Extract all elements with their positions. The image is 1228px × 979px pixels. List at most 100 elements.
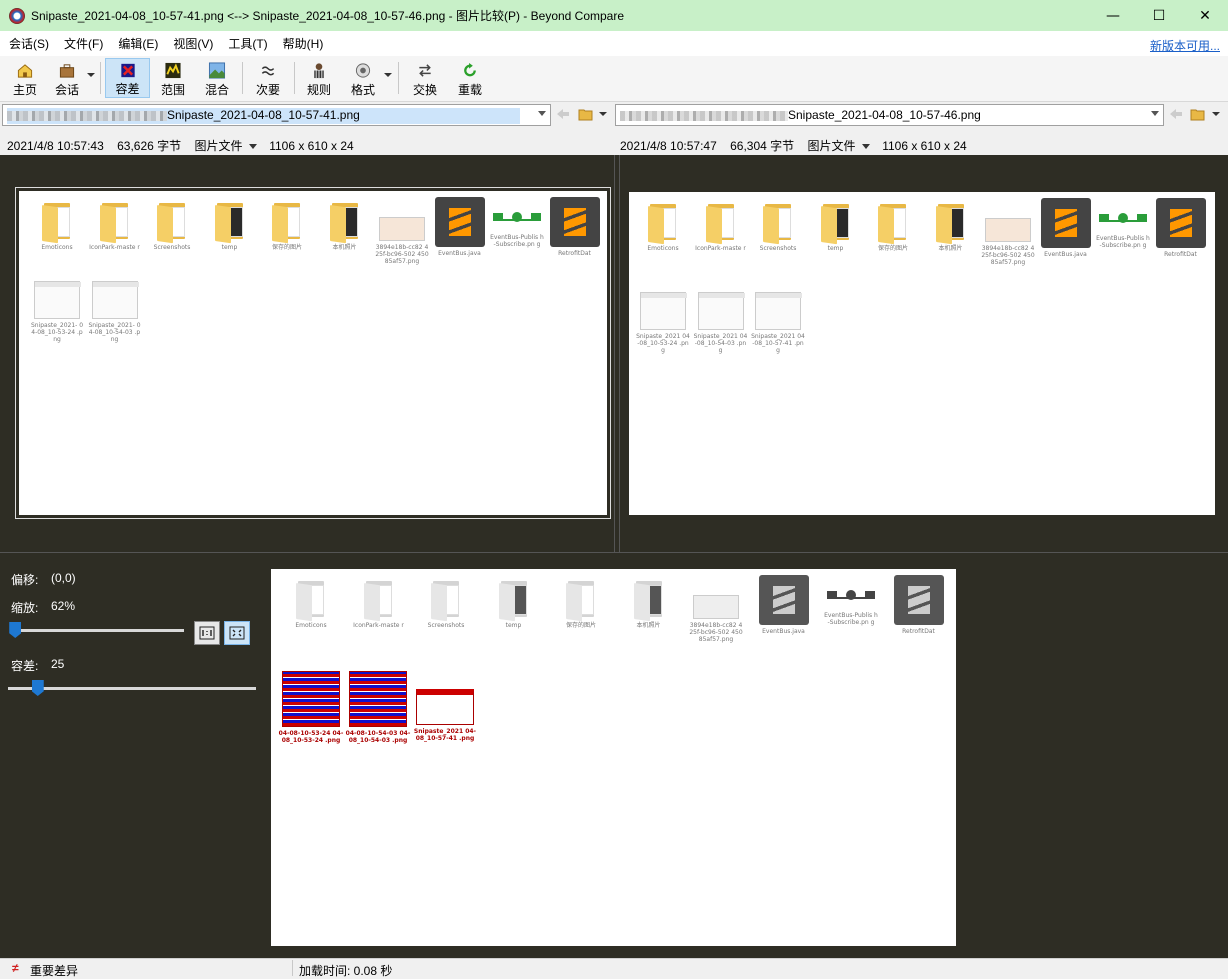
diff-highlight-icon: [416, 689, 474, 725]
right-image-pane[interactable]: Emoticons IconPark-maste r Screenshots temp…: [629, 192, 1215, 515]
reload-button[interactable]: 重载: [451, 58, 489, 98]
menu-help[interactable]: 帮助(H): [274, 35, 330, 52]
menu-file[interactable]: 文件(F): [55, 35, 109, 52]
folder-icon: [99, 201, 130, 244]
actual-size-button[interactable]: [194, 621, 220, 645]
folder-icon: [820, 202, 851, 245]
beyond-compare-app-icon: [9, 7, 25, 24]
file-thumbnail: EventBus.java: [758, 575, 809, 635]
left-file-dims: 1106 x 610 x 24: [269, 139, 354, 153]
tolerance-slider[interactable]: [8, 687, 256, 690]
difference-image-pane[interactable]: Emoticons IconPark-maste r Screenshots temp…: [271, 569, 956, 946]
left-folder-dropdown[interactable]: [599, 112, 607, 116]
eventbus-diagram-icon: [1099, 210, 1147, 232]
file-thumbnail-caption: temp: [827, 245, 844, 252]
eventbus-diagram-icon: [827, 587, 875, 609]
home-icon: [17, 64, 33, 78]
toolbar-separator: [294, 62, 295, 94]
sublime-text-icon: [549, 197, 600, 247]
left-file-type[interactable]: 图片文件: [195, 139, 243, 153]
file-thumbnail-caption: temp: [221, 244, 238, 251]
referee-icon: [314, 63, 324, 79]
range-label: 范围: [160, 83, 185, 97]
format-dropdown-arrow[interactable]: [384, 73, 392, 77]
diff-highlight-icon: [349, 671, 407, 727]
screenshot-file-icon: [755, 292, 802, 330]
left-path-input[interactable]: Snipaste_2021-04-08_10-57-41.png: [2, 104, 551, 126]
left-file-date: 2021/4/8 10:57:43: [7, 139, 104, 153]
rules-button[interactable]: 规则: [300, 58, 338, 98]
right-open-folder-icon[interactable]: [1190, 107, 1206, 121]
file-thumbnail: Snipaste_2021 04-08_10-53-24 .png: [636, 286, 690, 354]
session-button[interactable]: 会话: [48, 58, 86, 98]
redacted-path: [7, 110, 167, 121]
right-browse-back-icon[interactable]: [1168, 107, 1184, 121]
folder-icon: [648, 202, 678, 245]
file-thumbnail: 本机照片: [926, 198, 976, 252]
zoom-slider-thumb[interactable]: [9, 622, 22, 638]
folder-icon: [329, 201, 360, 244]
right-type-dropdown-icon[interactable]: [861, 144, 870, 149]
right-file-size: 66,304 字节: [730, 139, 795, 153]
right-path-input[interactable]: Snipaste_2021-04-08_10-57-46.png: [615, 104, 1164, 126]
tolerance-button[interactable]: 容差: [105, 58, 150, 98]
format-button[interactable]: 格式: [344, 58, 382, 98]
offset-label: 偏移:: [11, 573, 39, 587]
folder-icon: [42, 201, 72, 244]
file-thumbnail-caption: 3894e18b-cc82 425f-bc96-502 45085af57.pn…: [689, 622, 743, 643]
file-thumbnail: 保存的图片: [556, 575, 606, 629]
file-thumbnail: Emoticons: [638, 198, 688, 252]
file-thumbnail-caption: Snipaste_2021 04-08_10-57-41 .png: [751, 333, 805, 354]
menu-tools[interactable]: 工具(T): [219, 35, 273, 52]
minor-label: 次要: [255, 83, 280, 97]
fit-to-window-button[interactable]: [224, 621, 250, 645]
status-load-time: 加载时间: 0.08 秒: [299, 964, 393, 978]
left-type-dropdown-icon[interactable]: [248, 144, 257, 149]
range-button[interactable]: 范围: [154, 58, 192, 98]
file-thumbnail-caption: IconPark-maste r: [89, 244, 140, 251]
format-label: 格式: [350, 83, 375, 97]
file-thumbnail: IconPark-maste r: [353, 575, 404, 629]
sublime-text-icon: [1040, 198, 1091, 248]
menu-session[interactable]: 会话(S): [0, 35, 55, 52]
file-thumbnail-caption: EventBus-Publis h-Subscribe.pn g: [824, 612, 878, 626]
file-thumbnail: EventBus.java: [434, 197, 485, 257]
tolerance-slider-thumb[interactable]: [31, 680, 44, 696]
maximize-button[interactable]: ☐: [1136, 0, 1182, 31]
right-file-date: 2021/4/8 10:57:47: [620, 139, 717, 153]
folder-icon: [763, 202, 793, 245]
file-thumbnail: Snipaste_2021 04-08_10-57-41 .png: [414, 665, 476, 742]
image-file-icon: [693, 595, 739, 619]
right-folder-dropdown[interactable]: [1212, 112, 1220, 116]
left-image-pane[interactable]: Emoticons IconPark-maste r Screenshots temp…: [19, 191, 607, 515]
zoom-slider[interactable]: [10, 629, 184, 632]
left-path-dropdown-icon[interactable]: [538, 111, 546, 116]
one-to-one-icon: [199, 626, 215, 640]
new-version-link[interactable]: 新版本可用...: [1150, 37, 1220, 54]
file-thumbnail-caption: RetrofitDat: [558, 250, 591, 257]
folder-icon: [431, 579, 461, 622]
vertical-splitter[interactable]: [614, 155, 620, 553]
file-thumbnail-caption: 保存的图片: [877, 245, 908, 252]
home-button[interactable]: 主页: [6, 58, 44, 98]
eventbus-diagram-icon: [493, 209, 541, 231]
swap-button[interactable]: 交换: [406, 58, 444, 98]
session-dropdown-arrow[interactable]: [87, 73, 95, 77]
file-thumbnail-caption: EventBus.java: [762, 628, 805, 635]
image-file-icon: [379, 217, 425, 241]
file-thumbnail: RetrofitDat: [893, 575, 944, 635]
minor-button[interactable]: 次要: [248, 58, 288, 98]
right-file-type[interactable]: 图片文件: [808, 139, 856, 153]
blend-button[interactable]: 混合: [198, 58, 236, 98]
close-button[interactable]: ✕: [1182, 0, 1228, 31]
menu-edit[interactable]: 编辑(E): [109, 35, 164, 52]
left-browse-back-icon[interactable]: [555, 107, 571, 121]
file-thumbnail: 保存的图片: [868, 198, 918, 252]
right-path-dropdown-icon[interactable]: [1151, 111, 1159, 116]
title-bar: Snipaste_2021-04-08_10-57-41.png <--> Sn…: [0, 0, 1228, 31]
menu-view[interactable]: 视图(V): [164, 35, 219, 52]
file-info-row: 2021/4/8 10:57:43 63,626 字节 图片文件 1106 x …: [0, 133, 1228, 155]
control-panel: 偏移: (0,0) 缩放: 62% 容差: 25: [0, 555, 262, 958]
left-open-folder-icon[interactable]: [578, 107, 594, 121]
minimize-button[interactable]: —: [1090, 0, 1136, 31]
